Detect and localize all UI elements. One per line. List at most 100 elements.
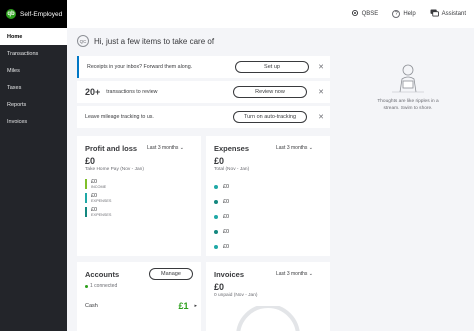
period-label: Last 3 months [147,145,179,151]
sidebar-item-reports[interactable]: Reports [0,96,67,113]
avatar: QC [77,35,89,47]
sidebar-item-label: Miles [7,67,20,74]
task-text: Leave mileage tracking to us. [85,114,154,120]
invoices-donut-chart [236,306,300,331]
task-review-transactions: 20+ transactions to review Review now ✕ [77,81,330,103]
category-dot [214,200,218,204]
close-icon[interactable]: ✕ [318,63,324,71]
period-dropdown[interactable]: Last 3 months ⌄ [147,145,184,151]
invoices-amount: £0 [214,282,225,292]
expenses-card: Expenses Last 3 months ⌄ £0 Total (Nov -… [206,136,330,256]
manage-button[interactable]: Manage [149,268,193,280]
sidebar-item-label: Home [7,33,23,40]
expense-row: £0 [214,199,229,205]
legend-label: INCOME [91,185,107,189]
company-menu[interactable]: QBSE [351,9,379,19]
category-dot [214,245,218,249]
period-label: Last 3 months [276,145,308,151]
sidebar-item-invoices[interactable]: Invoices [0,113,67,130]
sidebar-item-transactions[interactable]: Transactions [0,45,67,62]
legend-bar [85,193,87,203]
legend-item-expenses: £0 EXPENSES [85,193,111,203]
card-title: Expenses [214,144,250,153]
sidebar-item-label: Reports [7,101,27,108]
close-icon[interactable]: ✕ [318,113,324,121]
expense-value: £0 [223,229,230,235]
illustration-caption-line2: stream. Swim to shore. [383,106,433,111]
sidebar-item-taxes[interactable]: Taxes [0,79,67,96]
task-text: transactions to review [106,89,158,95]
sidebar-item-home[interactable]: Home [0,28,67,45]
greeting-text: Hi, just a few items to take care of [94,36,215,46]
chevron-right-icon: ▸ [194,303,197,309]
chevron-down-icon: ⌄ [308,271,313,277]
sidebar-item-miles[interactable]: Miles [0,62,67,79]
expense-row: £0 [214,184,229,190]
illustration-caption-line1: Thoughts are like ripples in a [377,99,439,104]
period-dropdown[interactable]: Last 3 months ⌄ [276,145,313,151]
turn-on-auto-tracking-button[interactable]: Turn on auto-tracking [233,111,307,123]
legend-item-expenses: £0 EXPENSES [85,207,111,217]
gear-icon [351,9,359,19]
top-nav: QBSE ? Help Assistant [351,0,466,28]
category-dot [214,185,218,189]
help-label: Help [403,11,416,17]
expense-row: £0 [214,214,229,220]
expense-value: £0 [223,214,230,220]
sidebar: Home Transactions Miles Taxes Reports In… [0,28,67,331]
sidebar-item-label: Invoices [7,118,28,125]
invoices-unpaid-label: 0 unpaid (Nov - Jan) [214,293,258,298]
task-list: Receipts in your inbox? Forward them alo… [77,56,330,131]
card-title: Invoices [214,270,245,279]
app-name: Self-Employed [20,10,63,18]
task-mileage: Leave mileage tracking to us. Turn on au… [77,106,330,128]
close-icon[interactable]: ✕ [318,88,324,96]
expense-value: £0 [223,184,230,190]
task-receipts: Receipts in your inbox? Forward them alo… [77,56,330,78]
invoices-card: Invoices Last 3 months ⌄ £0 0 unpaid (No… [206,262,330,331]
connected-status: 1 connected [85,283,117,289]
expenses-total-amount: £0 [214,156,225,166]
greeting: QC Hi, just a few items to take care of [77,35,214,47]
person-reading-icon [392,64,424,93]
legend-bar [85,207,87,217]
sidebar-item-label: Taxes [7,84,22,91]
take-home-label: Take Home Pay (Nov - Jan) [85,167,144,172]
category-dot [214,215,218,219]
account-name: Cash [85,303,98,309]
legend-label: EXPENSES [91,213,112,217]
set-up-button[interactable]: Set up [235,61,309,73]
assistant-button[interactable]: Assistant [430,9,466,19]
review-now-button[interactable]: Review now [233,86,307,98]
company-name: QBSE [361,11,379,17]
chat-icon [430,9,439,19]
quickbooks-logo-icon: qb [6,9,16,19]
chevron-down-icon: ⌄ [308,145,313,151]
help-icon: ? [392,10,401,18]
take-home-amount: £0 [85,156,96,166]
top-bar: qb Self-Employed QBSE ? Help Assistant [0,0,474,28]
assistant-label: Assistant [441,11,466,17]
expense-value: £0 [223,199,230,205]
card-title: Accounts [85,270,120,279]
legend-item-income: £0 INCOME [85,179,111,189]
empty-state-illustration: Thoughts are like ripples in a stream. S… [358,62,458,112]
sidebar-item-label: Transactions [7,50,39,57]
connected-label: 1 connected [90,283,118,289]
legend-label: EXPENSES [91,199,112,203]
category-dot [214,230,218,234]
expense-value: £0 [223,244,230,250]
account-row-cash[interactable]: Cash £1 ▸ [85,301,197,311]
chevron-down-icon: ⌄ [179,145,184,151]
profit-loss-card: Profit and loss Last 3 months ⌄ £0 Take … [77,136,201,256]
profit-loss-legend: £0 INCOME £0 EXPENSES £0 EXPENSES [85,179,111,221]
connected-dot-icon [85,284,88,288]
brand[interactable]: qb Self-Employed [0,0,67,28]
help-button[interactable]: ? Help [392,10,416,18]
expense-row: £0 [214,229,229,235]
task-text: Receipts in your inbox? Forward them alo… [87,64,193,70]
period-dropdown[interactable]: Last 3 months ⌄ [276,271,313,277]
account-balance: £1 [178,301,189,311]
expenses-total-label: Total (Nov - Jan) [214,167,250,172]
task-count: 20+ [85,87,101,97]
